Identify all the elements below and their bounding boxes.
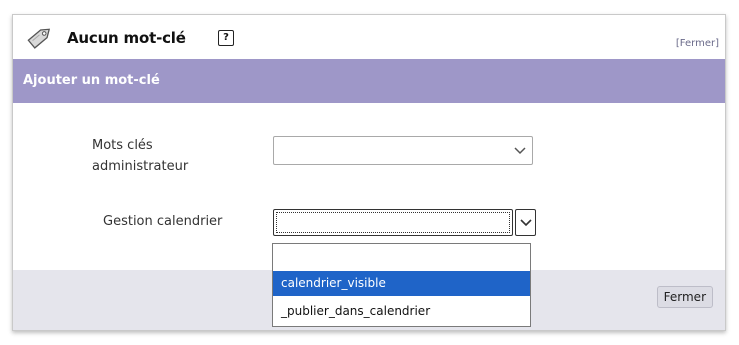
calendar-options-list: calendrier_visible _publier_dans_calendr… — [272, 243, 531, 327]
add-keyword-title: Ajouter un mot-clé — [23, 73, 160, 88]
admin-keywords-label: Mots clés administrateur — [92, 138, 189, 174]
chevron-down-icon — [514, 147, 526, 155]
add-keyword-header: Ajouter un mot-clé — [13, 59, 725, 103]
calendar-select[interactable] — [273, 209, 513, 236]
panel-header: Aucun mot-clé ? [Fermer] — [13, 15, 725, 59]
help-icon[interactable]: ? — [218, 30, 234, 46]
calendar-label: Gestion calendrier — [103, 214, 223, 229]
option-publier-dans-calendrier[interactable]: _publier_dans_calendrier — [273, 299, 530, 324]
focus-ring — [276, 212, 510, 233]
close-button[interactable]: Fermer — [656, 286, 713, 308]
tag-icon — [27, 28, 51, 49]
close-link[interactable]: [Fermer] — [676, 38, 719, 49]
option-empty[interactable] — [273, 244, 530, 269]
calendar-dropdown-toggle[interactable] — [515, 209, 536, 236]
chevron-down-icon — [520, 219, 532, 227]
option-calendrier-visible[interactable]: calendrier_visible — [273, 271, 530, 296]
panel-title: Aucun mot-clé — [67, 29, 186, 47]
admin-keywords-select[interactable] — [273, 136, 533, 165]
